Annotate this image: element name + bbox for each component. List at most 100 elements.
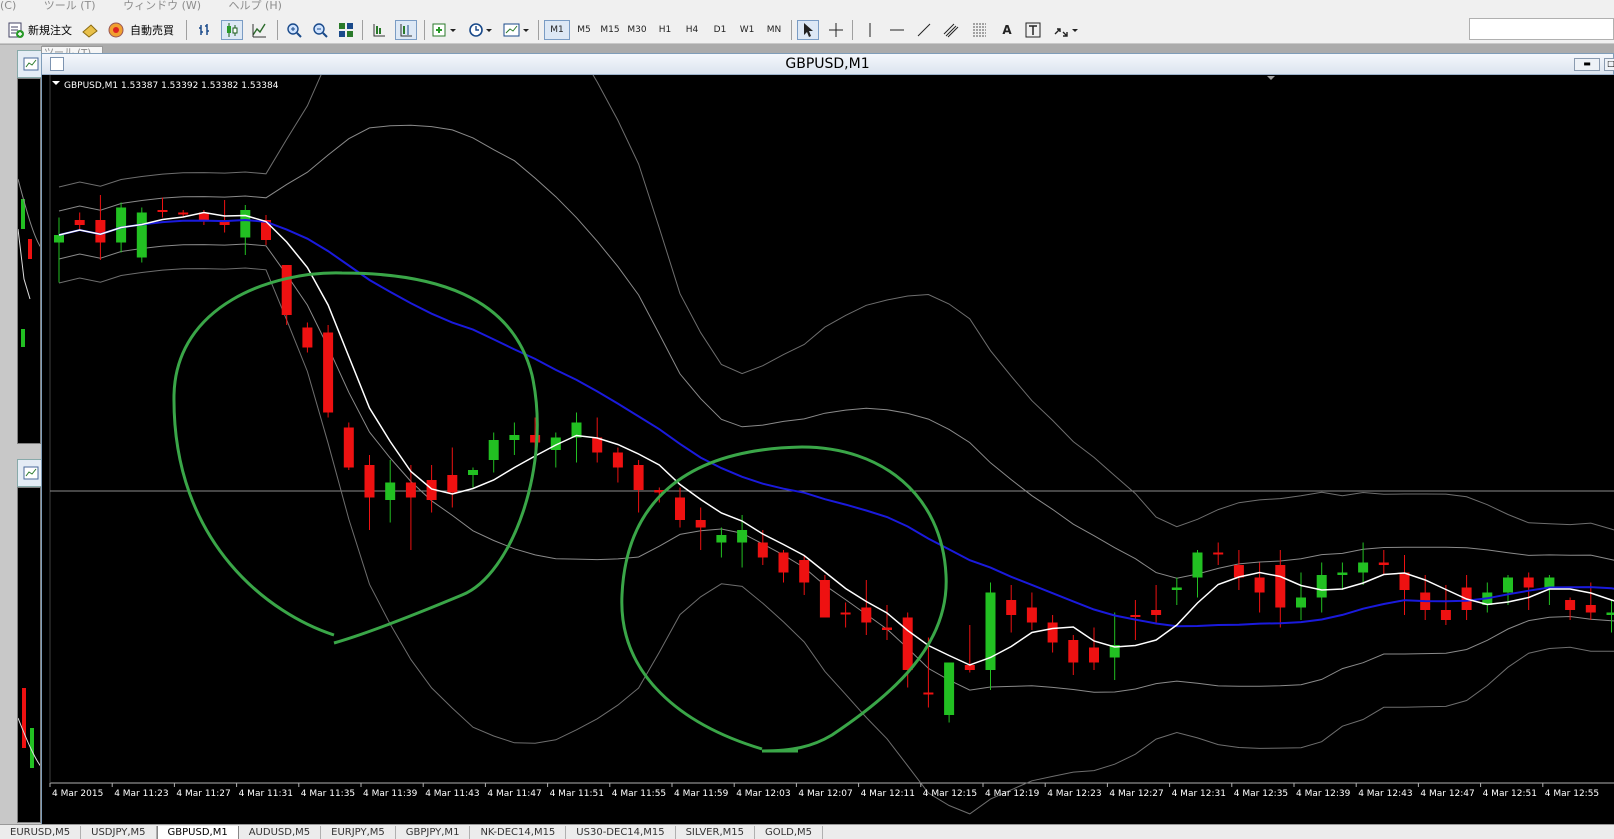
- line-chart-button[interactable]: [249, 20, 269, 40]
- timeframe-h1-button[interactable]: H1: [652, 20, 678, 40]
- x-tick-label: 4 Mar 12:19: [985, 789, 1040, 799]
- maximize-button[interactable]: □: [1604, 58, 1614, 71]
- chart-tab[interactable]: EURJPY,M5: [321, 826, 396, 839]
- chart-tab[interactable]: USDJPY,M5: [81, 826, 157, 839]
- chart-tab[interactable]: AUDUSD,M5: [239, 826, 322, 839]
- x-tick-label: 4 Mar 12:47: [1420, 789, 1474, 799]
- menu-item-help[interactable]: ヘルプ (H): [229, 0, 282, 12]
- vertical-line-icon: [869, 23, 871, 37]
- auto-scroll-button[interactable]: [369, 20, 389, 40]
- toolbar-separator: [362, 20, 363, 40]
- timeframe-m15-button[interactable]: M15: [597, 20, 623, 40]
- chart-tab[interactable]: GOLD,M5: [755, 826, 824, 839]
- timeframe-mn-button[interactable]: MN: [761, 20, 787, 40]
- menu-item-c[interactable]: (C): [0, 0, 16, 12]
- template-icon: [503, 23, 529, 37]
- arrows-tool-button[interactable]: [1051, 20, 1081, 40]
- chart-window-icon: [23, 466, 39, 480]
- background-chart-thumbnail: [18, 178, 40, 347]
- line-chart-icon: [252, 23, 266, 38]
- background-chart-window-2[interactable]: [17, 487, 41, 823]
- candle: [323, 325, 334, 418]
- x-tick-label: 4 Mar 11:51: [550, 789, 604, 799]
- search-input[interactable]: [1469, 18, 1614, 40]
- crosshair-tool-button[interactable]: [826, 20, 846, 40]
- candle: [136, 207, 147, 263]
- indicators-button[interactable]: [430, 20, 460, 40]
- toolbar-separator: [277, 20, 278, 40]
- channel-icon: [943, 23, 959, 38]
- x-tick-label: 4 Mar 11:35: [301, 789, 355, 799]
- fibonacci-icon: [973, 23, 986, 37]
- new-order-button[interactable]: 新規注文: [8, 19, 72, 41]
- candlestick-icon: [227, 23, 238, 37]
- editor-icon: [82, 24, 98, 38]
- x-tick-label: 4 Mar 11:55: [612, 789, 666, 799]
- x-tick-label: 4 Mar 11:23: [114, 789, 168, 799]
- tile-windows-button[interactable]: [336, 20, 356, 40]
- toolbar-separator: [424, 20, 425, 40]
- timeframe-m1-button[interactable]: M1: [544, 20, 570, 40]
- metaeditor-button[interactable]: [81, 19, 99, 41]
- chart-tab[interactable]: NK-DEC14,M15: [470, 826, 567, 839]
- horizontal-line-tool-button[interactable]: [887, 20, 907, 40]
- timeframe-m5-button[interactable]: M5: [571, 20, 597, 40]
- x-tick-label: 4 Mar 12:35: [1234, 789, 1288, 799]
- x-tick-label: 4 Mar 2015: [52, 789, 103, 799]
- x-tick-label: 4 Mar 12:55: [1545, 789, 1599, 799]
- auto-trade-button[interactable]: 自動売買: [108, 19, 174, 41]
- chart-window-titlebar[interactable]: GBPUSD,M1 ▬ □: [42, 54, 1614, 75]
- menu-item-window[interactable]: ウィンドウ (W): [123, 0, 201, 12]
- x-tick-label: 4 Mar 11:59: [674, 789, 729, 799]
- trendline-tool-button[interactable]: [914, 20, 934, 40]
- cursor-tool-button[interactable]: [797, 20, 819, 40]
- chart-window[interactable]: GBPUSD,M1 ▬ □ GBPUSD,M1 1.53387 1.53392 …: [41, 53, 1614, 824]
- x-tick-label: 4 Mar 11:47: [487, 789, 541, 799]
- chart-tab[interactable]: GBPUSD,M1: [156, 826, 239, 839]
- bar-chart-button[interactable]: [195, 20, 215, 40]
- zoom-in-button[interactable]: [284, 20, 304, 40]
- chart-tab[interactable]: EURUSD,M5: [0, 826, 82, 839]
- crosshair-icon: [829, 23, 843, 37]
- candle: [944, 662, 955, 723]
- text-label-icon: [1025, 22, 1041, 38]
- chart-shift-button[interactable]: [395, 20, 417, 40]
- background-windows: [0, 45, 47, 824]
- timeframe-d1-button[interactable]: D1: [707, 20, 733, 40]
- x-tick-label: 4 Mar 12:15: [923, 789, 977, 799]
- x-tick-label: 4 Mar 12:03: [736, 789, 790, 799]
- candle-chart-button[interactable]: [221, 20, 243, 40]
- chart-tabs: EURUSD,M5 USDJPY,M5 GBPUSD,M1 AUDUSD,M5 EURJ…: [0, 824, 1614, 839]
- menu-item-tools[interactable]: ツール (T): [44, 0, 96, 12]
- vertical-line-tool-button[interactable]: [860, 20, 880, 40]
- fibonacci-tool-button[interactable]: [969, 20, 991, 40]
- new-order-label: 新規注文: [28, 24, 72, 37]
- chart-tab[interactable]: GBPJPY,M1: [396, 826, 471, 839]
- toolbar-separator: [791, 20, 792, 40]
- toolbar-separator: [852, 20, 853, 40]
- x-tick-label: 4 Mar 12:39: [1296, 789, 1351, 799]
- periods-button[interactable]: [466, 20, 496, 40]
- background-chart-thumbnail: [18, 688, 40, 768]
- x-tick-label: 4 Mar 11:43: [425, 789, 479, 799]
- timeframe-m30-button[interactable]: M30: [624, 20, 650, 40]
- text-tool-button[interactable]: A: [998, 20, 1016, 40]
- price-chart[interactable]: GBPUSD,M1 1.53387 1.53392 1.53382 1.5338…: [42, 75, 1614, 824]
- text-label-tool-button[interactable]: [1023, 20, 1043, 40]
- timeframe-w1-button[interactable]: W1: [734, 20, 760, 40]
- equidistant-channel-tool-button[interactable]: [941, 20, 963, 40]
- zoom-out-button[interactable]: [310, 20, 330, 40]
- background-chart-window[interactable]: [17, 78, 41, 444]
- indicators-icon: [432, 23, 456, 37]
- tile-windows-icon: [339, 23, 353, 37]
- x-tick-label: 4 Mar 11:39: [363, 789, 418, 799]
- chart-window-title: GBPUSD,M1: [785, 56, 870, 72]
- menu-bar: (C) ツール (T) ウィンドウ (W) ヘルプ (H): [0, 0, 1614, 14]
- minimize-button[interactable]: ▬: [1574, 58, 1600, 71]
- templates-button[interactable]: [501, 20, 533, 40]
- x-tick-label: 4 Mar 11:27: [176, 789, 230, 799]
- bar-chart-icon: [199, 24, 209, 35]
- timeframe-h4-button[interactable]: H4: [679, 20, 705, 40]
- chart-tab[interactable]: SILVER,M15: [676, 826, 755, 839]
- chart-tab[interactable]: US30-DEC14,M15: [566, 826, 676, 839]
